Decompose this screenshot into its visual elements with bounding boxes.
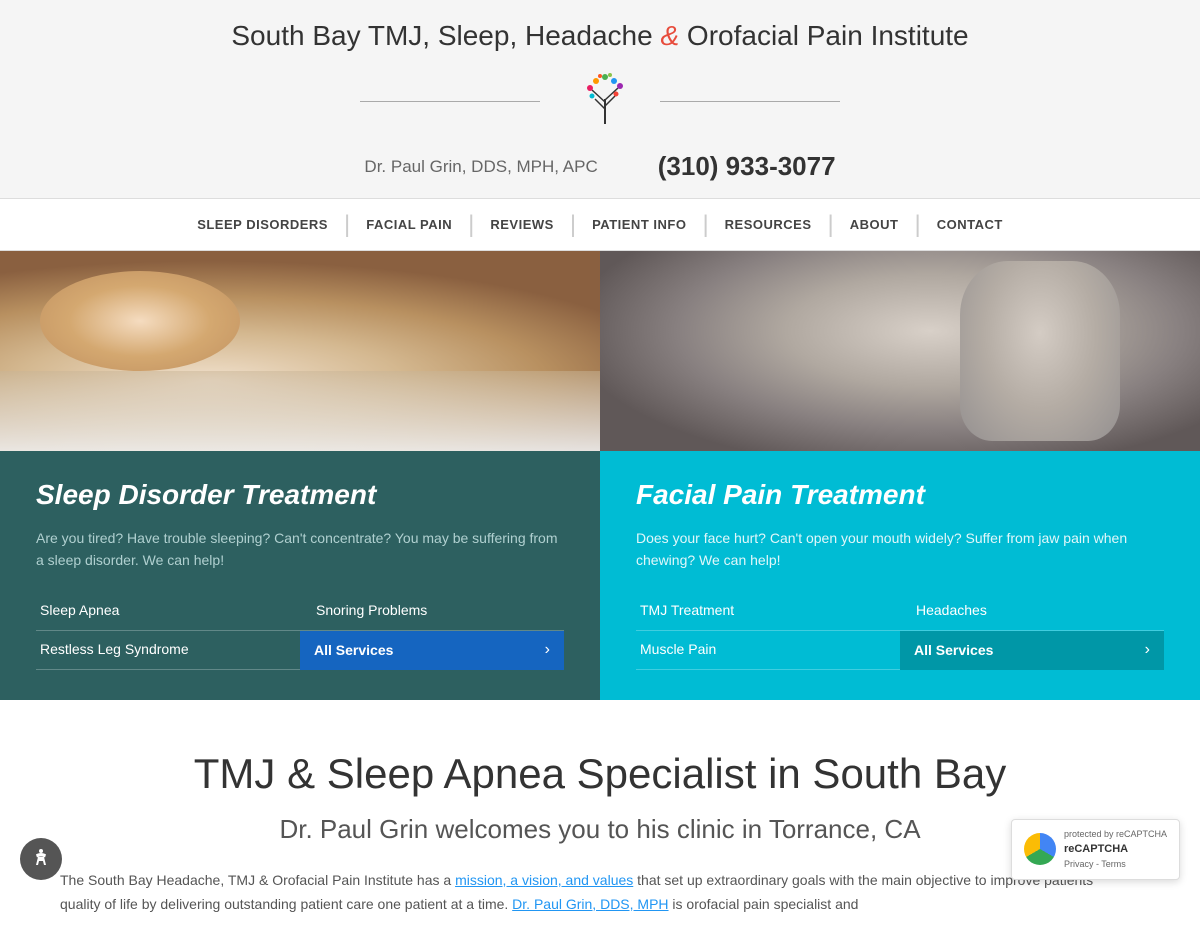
- sleep-service-links: Sleep Apnea Snoring Problems Restless Le…: [36, 592, 564, 670]
- headaches-link[interactable]: Headaches: [916, 602, 987, 618]
- sleep-heading: Sleep Disorder Treatment: [36, 479, 564, 511]
- nav-item-resources[interactable]: RESOURCES: [711, 199, 826, 250]
- nav-item-contact[interactable]: CONTACT: [923, 199, 1017, 250]
- nav-separator-6: |: [912, 199, 922, 250]
- sleep-apnea-link[interactable]: Sleep Apnea: [40, 602, 119, 618]
- header-right-rule: [660, 101, 840, 102]
- accessibility-button[interactable]: [20, 838, 62, 880]
- pain-all-services-link[interactable]: All Services: [914, 642, 993, 658]
- pain-link-headaches[interactable]: Headaches: [900, 592, 1164, 631]
- pain-image: [600, 251, 1200, 451]
- doctor-name: Dr. Paul Grin, DDS, MPH, APC: [364, 157, 597, 177]
- nav-separator-3: |: [568, 199, 578, 250]
- pain-all-services-arrow: ›: [1145, 641, 1150, 659]
- tree-logo: [570, 64, 640, 134]
- recaptcha-badge: protected by reCAPTCHA reCAPTCHA Privacy…: [1011, 819, 1180, 881]
- sleep-panel: Sleep Disorder Treatment Are you tired? …: [0, 251, 600, 700]
- pain-description: Does your face hurt? Can't open your mou…: [636, 527, 1164, 572]
- mission-link[interactable]: mission, a vision, and values: [455, 872, 633, 888]
- sleep-all-services-arrow: ›: [545, 641, 550, 659]
- nav-link-facial-pain[interactable]: FACIAL PAIN: [352, 199, 466, 250]
- sleep-link-restless[interactable]: Restless Leg Syndrome: [36, 631, 300, 670]
- sleep-link-apnea[interactable]: Sleep Apnea: [36, 592, 300, 631]
- nav-link-contact[interactable]: CONTACT: [923, 199, 1017, 250]
- pain-link-muscle[interactable]: Muscle Pain: [636, 631, 900, 670]
- restless-leg-link[interactable]: Restless Leg Syndrome: [40, 641, 189, 657]
- pain-service-links: TMJ Treatment Headaches Muscle Pain All …: [636, 592, 1164, 670]
- nav-link-resources[interactable]: RESOURCES: [711, 199, 826, 250]
- sleep-all-services-link[interactable]: All Services: [314, 642, 393, 658]
- nav-link-about[interactable]: ABOUT: [836, 199, 913, 250]
- recaptcha-text: protected by reCAPTCHA reCAPTCHA Privacy…: [1064, 828, 1167, 872]
- main-title: TMJ & Sleep Apnea Specialist in South Ba…: [60, 750, 1140, 798]
- header-middle-row: [0, 64, 1200, 139]
- recaptcha-line1: protected by reCAPTCHA: [1064, 828, 1167, 842]
- sleep-all-services-btn[interactable]: All Services ›: [300, 631, 564, 670]
- sleep-person-figure: [0, 251, 600, 451]
- tmj-link[interactable]: TMJ Treatment: [640, 602, 734, 618]
- hero-section: Sleep Disorder Treatment Are you tired? …: [0, 251, 1200, 700]
- nav-separator-1: |: [342, 199, 352, 250]
- nav-separator-5: |: [826, 199, 836, 250]
- ampersand: &: [660, 20, 686, 51]
- sleep-image: [0, 251, 600, 451]
- pain-person-figure: [600, 251, 1200, 451]
- main-text-1: The South Bay Headache, TMJ & Orofacial …: [60, 872, 455, 888]
- pain-all-services-btn[interactable]: All Services ›: [900, 631, 1164, 670]
- main-nav: SLEEP DISORDERS | FACIAL PAIN | REVIEWS …: [0, 198, 1200, 251]
- main-text-4: is orofacial pain specialist and: [669, 896, 859, 912]
- header-left-rule: [360, 101, 540, 102]
- nav-separator-2: |: [466, 199, 476, 250]
- sleep-content: Sleep Disorder Treatment Are you tired? …: [0, 451, 600, 700]
- nav-item-patient-info[interactable]: PATIENT INFO: [578, 199, 700, 250]
- doctor-link[interactable]: Dr. Paul Grin, DDS, MPH: [512, 896, 668, 912]
- sleep-link-snoring[interactable]: Snoring Problems: [300, 592, 564, 631]
- nav-link-patient-info[interactable]: PATIENT INFO: [578, 199, 700, 250]
- recaptcha-logo: [1024, 833, 1056, 865]
- muscle-pain-link[interactable]: Muscle Pain: [640, 641, 716, 657]
- recaptcha-brand: reCAPTCHA: [1064, 841, 1167, 858]
- main-subtitle: Dr. Paul Grin welcomes you to his clinic…: [60, 814, 1140, 845]
- sleep-description: Are you tired? Have trouble sleeping? Ca…: [36, 527, 564, 572]
- pain-link-tmj[interactable]: TMJ Treatment: [636, 592, 900, 631]
- accessibility-icon: [29, 847, 53, 871]
- nav-list: SLEEP DISORDERS | FACIAL PAIN | REVIEWS …: [0, 199, 1200, 250]
- main-paragraph: The South Bay Headache, TMJ & Orofacial …: [60, 869, 1140, 917]
- pain-panel: Facial Pain Treatment Does your face hur…: [600, 251, 1200, 700]
- header-info-row: Dr. Paul Grin, DDS, MPH, APC (310) 933-3…: [0, 143, 1200, 198]
- nav-item-reviews[interactable]: REVIEWS: [476, 199, 567, 250]
- header: South Bay TMJ, Sleep, Headache & Orofaci…: [0, 0, 1200, 198]
- nav-link-sleep-disorders[interactable]: SLEEP DISORDERS: [183, 199, 342, 250]
- nav-item-about[interactable]: ABOUT: [836, 199, 913, 250]
- nav-link-reviews[interactable]: REVIEWS: [476, 199, 567, 250]
- header-left-info: [360, 101, 540, 102]
- nav-item-facial-pain[interactable]: FACIAL PAIN: [352, 199, 466, 250]
- nav-item-sleep-disorders[interactable]: SLEEP DISORDERS: [183, 199, 342, 250]
- logo-container: [570, 64, 640, 139]
- phone-number[interactable]: (310) 933-3077: [658, 151, 836, 182]
- pain-heading: Facial Pain Treatment: [636, 479, 1164, 511]
- site-title: South Bay TMJ, Sleep, Headache & Orofaci…: [0, 20, 1200, 52]
- nav-separator-4: |: [700, 199, 710, 250]
- recaptcha-line2: Privacy - Terms: [1064, 858, 1167, 872]
- pain-content: Facial Pain Treatment Does your face hur…: [600, 451, 1200, 700]
- snoring-link[interactable]: Snoring Problems: [316, 602, 427, 618]
